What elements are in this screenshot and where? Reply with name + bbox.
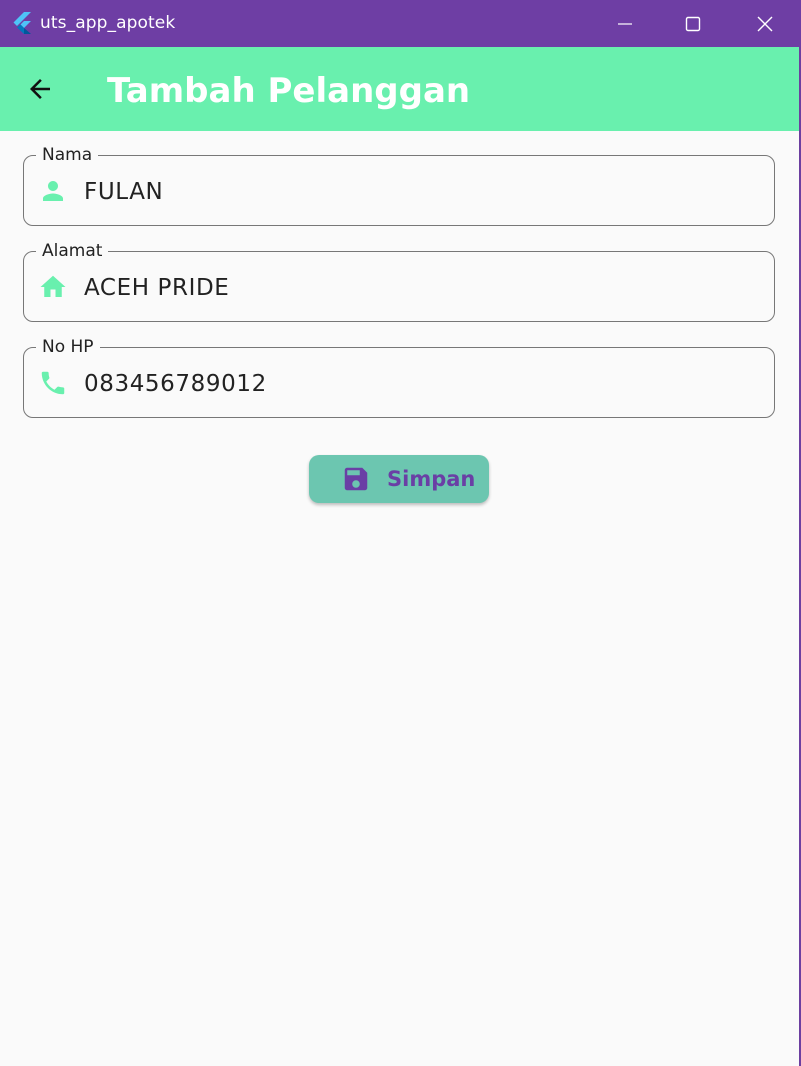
nama-field[interactable]: Nama FULAN <box>23 145 775 226</box>
window-titlebar[interactable]: uts_app_apotek <box>0 0 801 47</box>
maximize-icon <box>685 16 701 31</box>
no-hp-label: No HP <box>36 337 100 357</box>
minimize-icon <box>618 22 632 25</box>
close-icon <box>757 16 773 31</box>
maximize-button[interactable] <box>659 0 727 47</box>
back-button[interactable] <box>20 69 60 109</box>
person-icon <box>38 176 68 206</box>
flutter-logo-icon <box>13 12 31 34</box>
simpan-button[interactable]: Simpan <box>309 455 489 503</box>
app-window: uts_app_apotek Tambah Pelanggan Nama FUL… <box>0 0 801 1066</box>
arrow-left-icon <box>30 79 50 99</box>
page-title: Tambah Pelanggan <box>107 71 471 111</box>
close-button[interactable] <box>731 0 799 47</box>
nama-label: Nama <box>36 145 99 165</box>
home-icon <box>38 272 68 302</box>
app-bar: Tambah Pelanggan <box>0 47 799 131</box>
alamat-field[interactable]: Alamat ACEH PRIDE <box>23 241 775 322</box>
alamat-label: Alamat <box>36 241 109 261</box>
alamat-input[interactable]: ACEH PRIDE <box>84 274 229 302</box>
no-hp-input[interactable]: 083456789012 <box>84 370 267 398</box>
window-title: uts_app_apotek <box>40 13 176 33</box>
nama-input[interactable]: FULAN <box>84 178 163 206</box>
phone-icon <box>38 368 68 398</box>
minimize-button[interactable] <box>591 0 659 47</box>
save-icon <box>344 467 368 491</box>
simpan-label: Simpan <box>387 467 476 491</box>
no-hp-field[interactable]: No HP 083456789012 <box>23 337 775 418</box>
